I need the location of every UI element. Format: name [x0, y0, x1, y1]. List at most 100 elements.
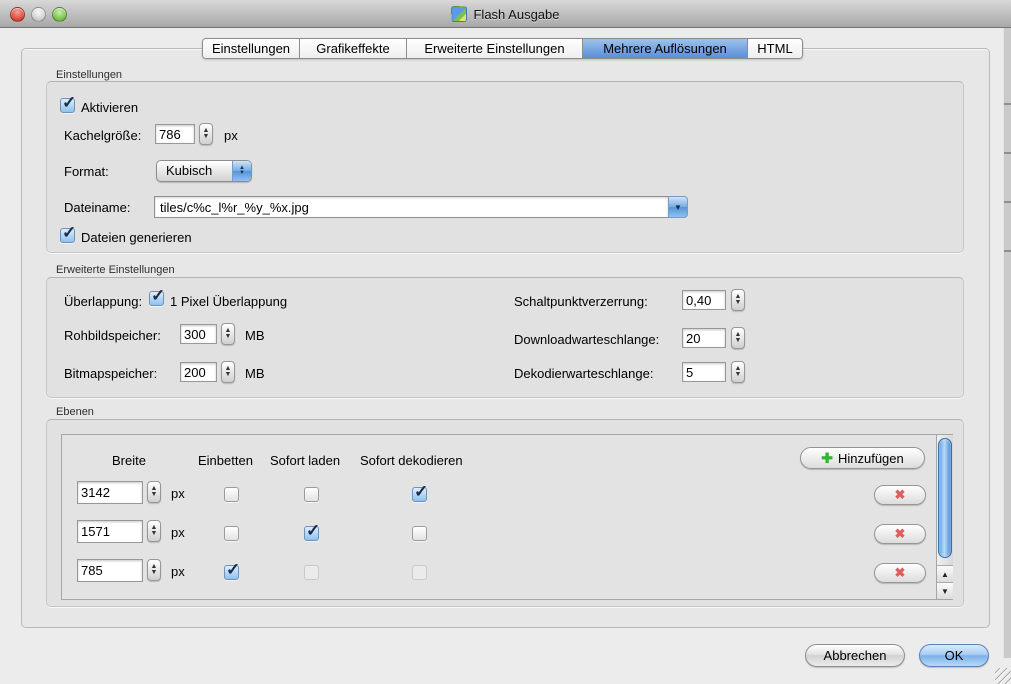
delete-layer-button[interactable]: ✖	[874, 563, 926, 583]
stepper-down-icon[interactable]: ▼	[735, 300, 742, 306]
titlebar[interactable]: Flash Ausgabe	[0, 0, 1011, 28]
delete-layer-button[interactable]: ✖	[874, 485, 926, 505]
tab-mehrere-aufloesungen[interactable]: Mehrere Auflösungen	[582, 39, 747, 58]
sofort-dekodieren-checkbox[interactable]	[412, 565, 427, 580]
advanced-group: Überlappung: 1 Pixel Überlappung Rohbild…	[46, 277, 964, 398]
sofort-laden-checkbox[interactable]	[304, 565, 319, 580]
cancel-button[interactable]: Abbrechen	[805, 644, 905, 667]
scroll-down-button[interactable]: ▼	[937, 582, 953, 599]
kachelgroesse-unit: px	[224, 128, 238, 143]
format-label: Format:	[64, 164, 109, 179]
delete-x-icon: ✖	[895, 526, 906, 542]
background-window-sliver	[1003, 28, 1011, 658]
downloadwarteschlange-stepper[interactable]: ▲ ▼	[731, 327, 745, 349]
delete-layer-button[interactable]: ✖	[874, 524, 926, 544]
stepper-down-icon[interactable]: ▼	[225, 372, 232, 378]
stepper-down-icon[interactable]: ▼	[151, 492, 158, 498]
dekodierwarteschlange-stepper[interactable]: ▲ ▼	[731, 361, 745, 383]
bitmapspeicher-label: Bitmapspeicher:	[64, 366, 157, 381]
dropdown-arrows-icon: ▲ ▼	[232, 161, 251, 181]
stepper-down-icon[interactable]: ▼	[151, 531, 158, 537]
einbetten-checkbox[interactable]	[224, 565, 239, 580]
stepper-down-icon[interactable]: ▼	[225, 334, 232, 340]
stepper-down-icon[interactable]: ▼	[151, 570, 158, 576]
settings-group: Aktivieren Kachelgröße: ▲ ▼ px Format: K…	[46, 81, 964, 253]
bitmapspeicher-input[interactable]	[180, 362, 217, 382]
layers-scrollbar[interactable]: ▲ ▼	[936, 435, 953, 599]
column-header-sofort-dekodieren: Sofort dekodieren	[360, 453, 463, 468]
sofort-dekodieren-checkbox[interactable]	[412, 487, 427, 502]
tab-html[interactable]: HTML	[747, 39, 802, 58]
ok-button[interactable]: OK	[919, 644, 989, 667]
stepper-down-icon[interactable]: ▼	[203, 134, 210, 140]
ueberlappung-label: Überlappung:	[64, 294, 142, 309]
settings-group-label: Einstellungen	[56, 69, 122, 81]
einbetten-checkbox[interactable]	[224, 487, 239, 502]
dekodierwarteschlange-input[interactable]	[682, 362, 726, 382]
tab-einstellungen[interactable]: Einstellungen	[203, 39, 299, 58]
schaltpunktverzerrung-input[interactable]	[682, 290, 726, 310]
scrollbar-thumb[interactable]	[938, 438, 952, 558]
dateiname-dropdown-button[interactable]: ▼	[668, 196, 688, 218]
schaltpunktverzerrung-label: Schaltpunktverzerrung:	[514, 294, 648, 309]
format-select[interactable]: Kubisch ▲ ▼	[156, 160, 252, 182]
layer-width-input[interactable]	[77, 481, 143, 504]
plus-icon: ✚	[821, 450, 833, 467]
rohbildspeicher-input[interactable]	[180, 324, 217, 344]
sofort-dekodieren-checkbox[interactable]	[412, 526, 427, 541]
dateien-generieren-checkbox[interactable]	[60, 228, 75, 243]
aktivieren-label: Aktivieren	[81, 100, 138, 115]
scrollbar-buttons: ▲ ▼	[937, 565, 953, 599]
rohbildspeicher-unit: MB	[245, 328, 265, 343]
sofort-laden-checkbox[interactable]	[304, 487, 319, 502]
ueberlappung-checkbox[interactable]	[149, 291, 164, 306]
sofort-laden-checkbox[interactable]	[304, 526, 319, 541]
layer-width-stepper[interactable]: ▲ ▼	[147, 520, 161, 542]
app-icon	[451, 6, 467, 22]
schaltpunktverzerrung-stepper[interactable]: ▲ ▼	[731, 289, 745, 311]
layers-table: Breite Einbetten Sofort laden Sofort dek…	[61, 434, 953, 600]
delete-x-icon: ✖	[895, 487, 906, 503]
resize-grip[interactable]	[995, 668, 1011, 684]
title-area: Flash Ausgabe	[0, 0, 1011, 28]
aktivieren-checkbox[interactable]	[60, 98, 75, 113]
layers-group: Breite Einbetten Sofort laden Sofort dek…	[46, 419, 964, 607]
einbetten-checkbox[interactable]	[224, 526, 239, 541]
stepper-down-icon[interactable]: ▼	[735, 338, 742, 344]
chevron-down-icon: ▼	[674, 203, 682, 212]
layer-width-unit: px	[171, 564, 185, 579]
format-value: Kubisch	[157, 161, 232, 181]
layer-width-unit: px	[171, 525, 185, 540]
bitmapspeicher-stepper[interactable]: ▲ ▼	[221, 361, 235, 383]
layer-width-input[interactable]	[77, 520, 143, 543]
kachelgroesse-input[interactable]	[155, 124, 195, 144]
column-header-breite: Breite	[112, 453, 146, 468]
rohbildspeicher-stepper[interactable]: ▲ ▼	[221, 323, 235, 345]
rohbildspeicher-label: Rohbildspeicher:	[64, 328, 161, 343]
dateiname-combobox: ▼	[154, 196, 688, 218]
tab-grafikeffekte[interactable]: Grafikeffekte	[299, 39, 406, 58]
stepper-down-icon[interactable]: ▼	[735, 372, 742, 378]
tab-erweiterte-einstellungen[interactable]: Erweiterte Einstellungen	[406, 39, 582, 58]
dateiname-input[interactable]	[154, 196, 668, 218]
add-layer-label: Hinzufügen	[838, 451, 904, 466]
flash-output-dialog: Flash Ausgabe Einstellungen Grafikeffekt…	[0, 0, 1011, 684]
downloadwarteschlange-input[interactable]	[682, 328, 726, 348]
tab-pane: Einstellungen Aktivieren Kachelgröße: ▲ …	[21, 48, 990, 628]
dateien-generieren-label: Dateien generieren	[81, 230, 192, 245]
layer-width-unit: px	[171, 486, 185, 501]
dropdown-down-icon: ▼	[239, 171, 245, 176]
downloadwarteschlange-label: Downloadwarteschlange:	[514, 332, 659, 347]
window-title: Flash Ausgabe	[473, 7, 559, 22]
dekodierwarteschlange-label: Dekodierwarteschlange:	[514, 366, 653, 381]
add-layer-button[interactable]: ✚ Hinzufügen	[800, 447, 925, 469]
layer-width-stepper[interactable]: ▲ ▼	[147, 481, 161, 503]
column-header-sofort-laden: Sofort laden	[270, 453, 340, 468]
bitmapspeicher-unit: MB	[245, 366, 265, 381]
scroll-up-button[interactable]: ▲	[937, 565, 953, 582]
background-window-rows	[1004, 56, 1011, 291]
layer-width-stepper[interactable]: ▲ ▼	[147, 559, 161, 581]
scroll-up-icon: ▲	[941, 570, 949, 579]
kachelgroesse-stepper[interactable]: ▲ ▼	[199, 123, 213, 145]
layer-width-input[interactable]	[77, 559, 143, 582]
